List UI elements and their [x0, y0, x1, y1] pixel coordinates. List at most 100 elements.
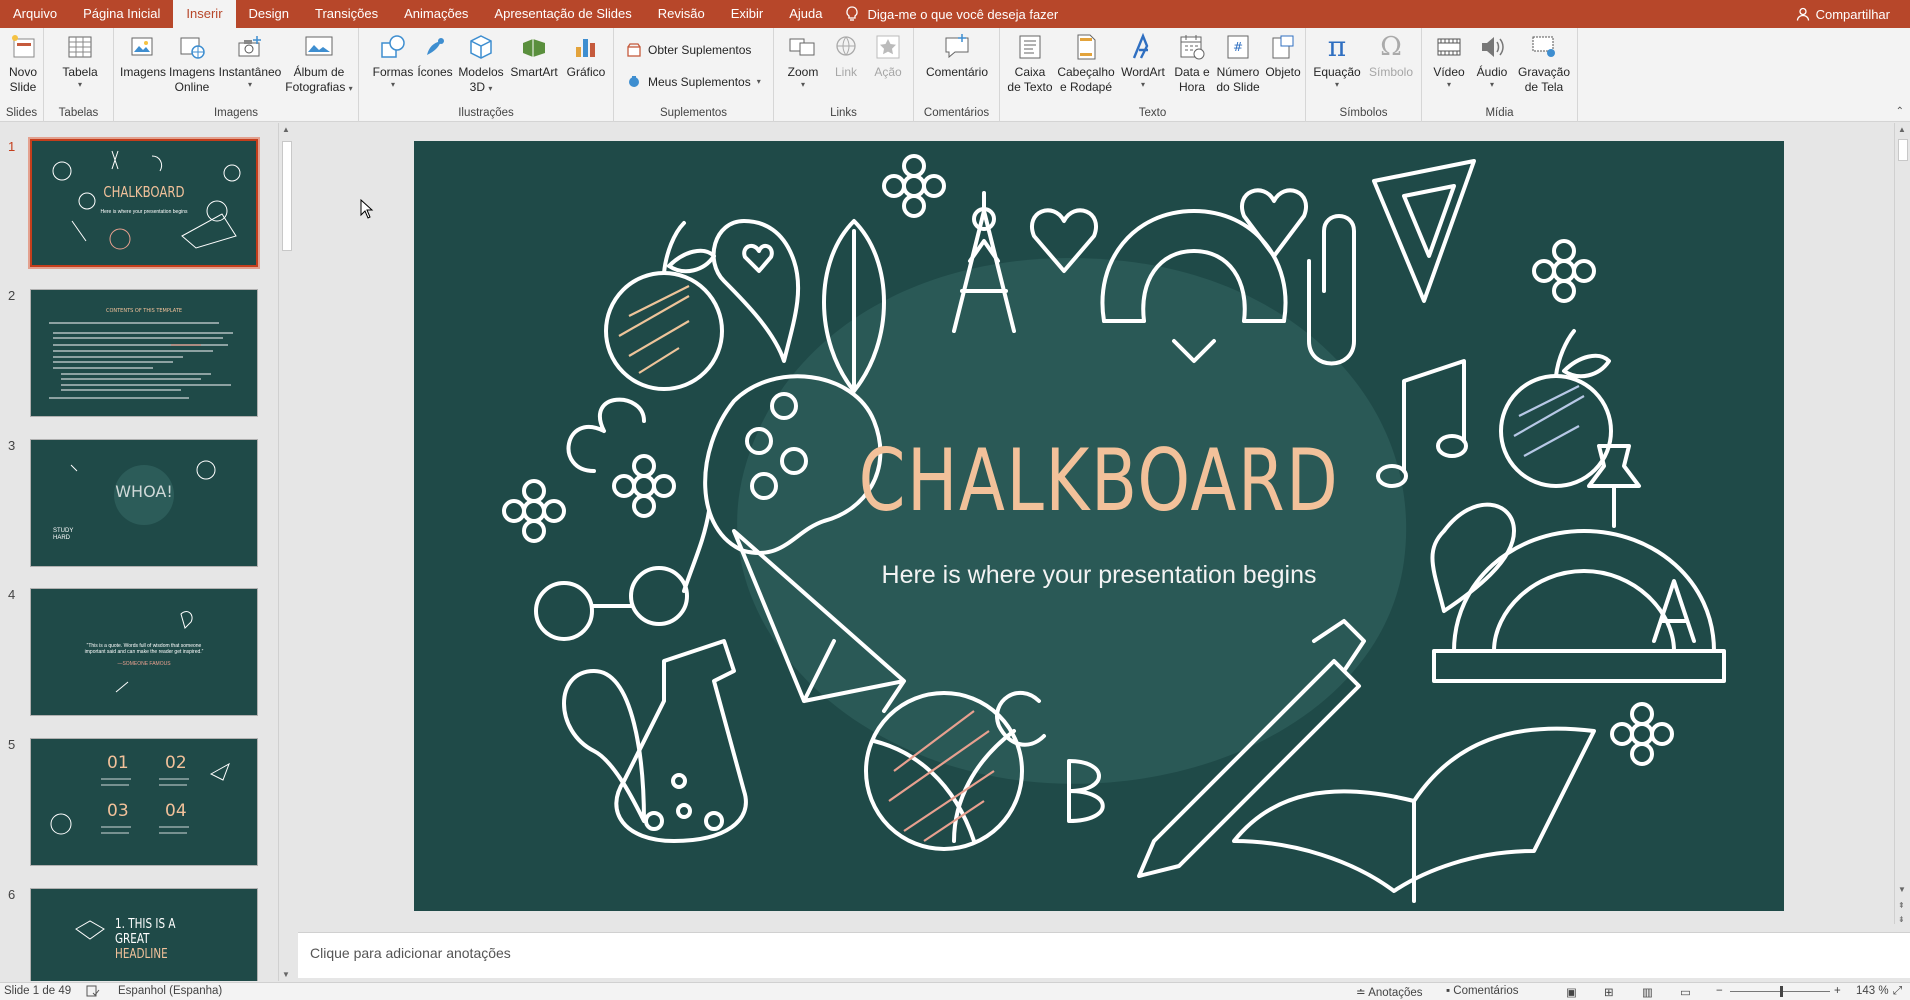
online-picture-icon — [177, 32, 207, 62]
slide-number-1: 1 — [8, 139, 16, 154]
notes-icon: ≐ — [1356, 987, 1366, 999]
comment-button[interactable]: Comentário — [918, 32, 996, 80]
editor-scrollbar-thumb[interactable] — [1898, 139, 1908, 161]
equation-button[interactable]: π Equação ▾ — [1312, 32, 1362, 90]
slide-number-button[interactable]: # Número do Slide — [1214, 32, 1262, 95]
scroll-down-icon[interactable]: ▼ — [1898, 885, 1906, 894]
person-icon — [1796, 7, 1809, 21]
audio-button[interactable]: Áudio ▾ — [1472, 32, 1512, 90]
audio-label: Áudio — [1476, 65, 1508, 79]
header-footer-button[interactable]: Cabeçalho e Rodapé — [1056, 32, 1116, 95]
tab-transicoes[interactable]: Transições — [302, 0, 391, 28]
slide-sorter-view-icon[interactable]: ⊞ — [1604, 985, 1614, 999]
screen-recording-button[interactable]: Gravação de Tela — [1514, 32, 1574, 95]
scroll-up-icon[interactable]: ▲ — [1898, 125, 1906, 134]
language-indicator[interactable]: Espanhol (Espanha) — [118, 985, 222, 997]
camera-icon — [235, 32, 265, 62]
spellcheck-icon[interactable] — [86, 985, 100, 1000]
my-addins-button[interactable]: Meus Suplementos ▾ — [626, 74, 761, 90]
tab-apresentacao[interactable]: Apresentação de Slides — [481, 0, 644, 28]
store-icon — [627, 43, 641, 57]
photo-album-button[interactable]: Álbum de Fotografias ▾ — [284, 32, 354, 95]
smartart-button[interactable]: SmartArt — [507, 32, 561, 80]
zoom-label: Zoom — [787, 65, 819, 79]
normal-view-icon[interactable]: ▣ — [1566, 985, 1577, 999]
3d-models-button[interactable]: Modelos 3D ▾ — [457, 32, 505, 95]
icons-button[interactable]: Ícones — [415, 32, 455, 80]
mouse-cursor-icon — [360, 199, 374, 219]
table-button[interactable]: Tabela ▾ — [60, 32, 100, 90]
zoom-in-icon[interactable]: + — [1834, 985, 1841, 997]
group-label-midia: Mídia — [1485, 107, 1514, 119]
slide-thumbnail-1[interactable]: CHALKBOARD Here is where your presentati… — [28, 137, 260, 269]
link-button[interactable]: Link — [826, 32, 866, 80]
online-images-label-2: Online — [174, 80, 210, 94]
tab-pagina-inicial[interactable]: Página Inicial — [70, 0, 173, 28]
tab-inserir[interactable]: Inserir — [173, 0, 236, 28]
zoom-level[interactable]: 143 % — [1856, 985, 1889, 997]
3d-models-label-1: Modelos — [458, 65, 504, 79]
wordart-button[interactable]: WordArt ▾ — [1118, 32, 1168, 90]
date-time-button[interactable]: Data e Hora — [1170, 32, 1214, 95]
notes-placeholder: Clique para adicionar anotações — [310, 945, 511, 961]
group-ilustracoes: Formas ▾ Ícones Modelos 3D ▾ SmartArt Gr… — [359, 28, 614, 122]
zoom-slider-thumb[interactable] — [1780, 986, 1783, 997]
new-slide-button[interactable]: Novo Slide — [4, 32, 42, 95]
tab-arquivo[interactable]: Arquivo — [0, 0, 70, 28]
thumb3-doodles — [70, 460, 216, 525]
online-images-button[interactable]: Imagens Online — [168, 32, 216, 95]
object-button[interactable]: Objeto — [1262, 32, 1304, 80]
main-slide[interactable]: CHALKBOARD Here is where your presentati… — [414, 141, 1784, 911]
fit-to-window-icon[interactable]: ⤢ — [1893, 985, 1902, 998]
group-texto: Caixa de Texto Cabeçalho e Rodapé WordAr… — [1000, 28, 1306, 122]
3d-models-label-2-text: 3D — [469, 80, 485, 94]
slide-subtitle[interactable]: Here is where your presentation begins — [414, 561, 1784, 590]
tab-animacoes[interactable]: Animações — [391, 0, 481, 28]
object-icon — [1268, 32, 1298, 62]
chevron-down-icon: ▾ — [488, 84, 493, 93]
share-button[interactable]: Compartilhar — [1796, 0, 1890, 28]
table-label: Tabela — [62, 65, 98, 79]
tell-me-box[interactable]: Diga-me o que você deseja fazer — [845, 6, 1058, 22]
wordart-label: WordArt — [1121, 65, 1165, 79]
slide-number-3: 3 — [8, 438, 16, 453]
chevron-down-icon: ▾ — [756, 77, 761, 86]
zoom-out-icon[interactable]: − — [1716, 985, 1723, 997]
notes-toggle[interactable]: ≐ Anotações — [1356, 985, 1423, 999]
text-box-button[interactable]: Caixa de Texto — [1006, 32, 1054, 95]
new-slide-icon — [8, 32, 38, 62]
zoom-button[interactable]: Zoom ▾ — [782, 32, 824, 90]
tab-revisao[interactable]: Revisão — [645, 0, 718, 28]
shapes-button[interactable]: Formas ▾ — [373, 32, 413, 90]
3d-models-label-2: 3D ▾ — [470, 80, 493, 95]
images-button[interactable]: Imagens — [120, 32, 166, 80]
slide-title[interactable]: CHALKBOARD — [565, 431, 1634, 531]
get-addins-button[interactable]: Obter Suplementos — [626, 42, 751, 58]
reading-view-icon[interactable]: ▥ — [1642, 985, 1653, 999]
scroll-up-icon[interactable]: ▲ — [282, 125, 290, 134]
slide-thumbnail-2[interactable]: CONTENTS OF THIS TEMPLATE — [30, 289, 258, 417]
scroll-down-icon[interactable]: ▼ — [282, 970, 290, 979]
slide-thumbnail-5[interactable]: 01 02 03 04 — [30, 738, 258, 866]
slideshow-view-icon[interactable]: ▭ — [1680, 985, 1691, 999]
online-images-label-1: Imagens — [168, 65, 216, 79]
slide-thumbnail-4[interactable]: “This is a quote. Words full of wisdom t… — [30, 588, 258, 716]
tab-design[interactable]: Design — [236, 0, 302, 28]
screenshot-button[interactable]: Instantâneo ▾ — [218, 32, 282, 90]
chart-button[interactable]: Gráfico — [563, 32, 609, 80]
next-slide-icon[interactable]: ⇟ — [1898, 915, 1905, 924]
slide-thumbnail-6[interactable]: 1. THIS IS A GREAT HEADLINE — [30, 888, 258, 981]
video-button[interactable]: Vídeo ▾ — [1428, 32, 1470, 90]
scrollbar-thumb[interactable] — [282, 141, 292, 251]
tab-exibir[interactable]: Exibir — [718, 0, 777, 28]
action-button[interactable]: Ação — [868, 32, 908, 80]
notes-pane[interactable]: Clique para adicionar anotações — [298, 932, 1910, 978]
editor-scrollbar[interactable]: ▲ ▼ ⇞ ⇟ — [1894, 123, 1910, 924]
previous-slide-icon[interactable]: ⇞ — [1898, 901, 1905, 910]
collapse-ribbon-icon[interactable]: ⌃ — [1896, 106, 1904, 117]
tab-ajuda[interactable]: Ajuda — [776, 0, 835, 28]
slide-thumbnail-3[interactable]: WHOA! STUDY HARD — [30, 439, 258, 567]
symbol-button[interactable]: Ω Símbolo — [1364, 32, 1418, 80]
comments-toggle[interactable]: ▪ Comentários — [1446, 985, 1518, 997]
slides-panel-scrollbar[interactable]: ▲ ▼ — [278, 123, 294, 981]
